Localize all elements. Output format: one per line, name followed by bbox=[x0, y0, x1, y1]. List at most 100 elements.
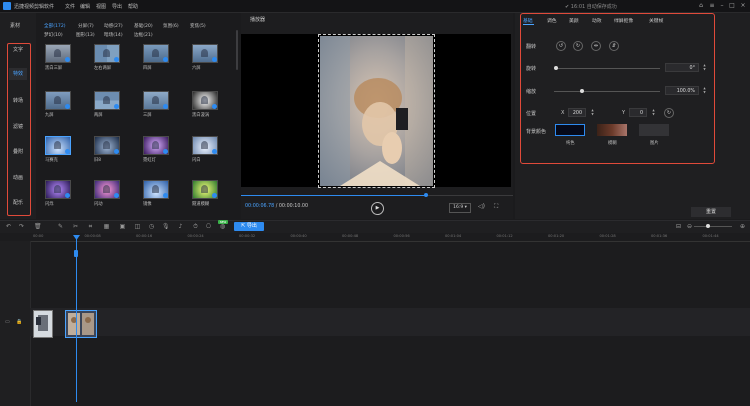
add-effect-icon[interactable] bbox=[212, 104, 217, 109]
close-icon[interactable]: × bbox=[739, 2, 747, 10]
filter-tab-split[interactable]: 分屏(7) bbox=[78, 23, 94, 29]
add-effect-icon[interactable] bbox=[114, 57, 119, 62]
add-effect-icon[interactable] bbox=[114, 149, 119, 154]
menu-view[interactable]: 视图 bbox=[96, 3, 106, 10]
scale-value[interactable]: 100.0% bbox=[665, 86, 699, 95]
category-transition[interactable]: 转场 bbox=[9, 95, 27, 107]
scale-slider-knob[interactable] bbox=[580, 89, 584, 93]
delete-icon[interactable]: 🗑 bbox=[34, 223, 42, 230]
add-effect-icon[interactable] bbox=[65, 104, 70, 109]
crop-icon[interactable]: ⌗ bbox=[87, 223, 94, 230]
tab-greenscreen[interactable]: 绿屏抠像 bbox=[614, 17, 633, 24]
video-track[interactable] bbox=[30, 308, 750, 336]
playhead[interactable] bbox=[76, 237, 77, 402]
duration-icon[interactable]: ⏱ bbox=[192, 223, 199, 230]
filter-tab-dark[interactable]: 暗场(14) bbox=[104, 32, 123, 38]
add-effect-icon[interactable] bbox=[212, 193, 217, 198]
scale-slider[interactable] bbox=[554, 91, 660, 92]
flip-vertical-icon[interactable]: ⇵ bbox=[609, 41, 619, 51]
mosaic-icon[interactable]: ▦ bbox=[103, 223, 110, 230]
scale-stepper[interactable]: ▲ ▼ bbox=[702, 86, 707, 95]
flip-horizontal-icon[interactable]: ⇹ bbox=[591, 41, 601, 51]
redo-icon[interactable]: ↷ bbox=[18, 223, 25, 230]
minimize-icon[interactable]: – bbox=[718, 2, 726, 10]
menu-export[interactable]: 导出 bbox=[112, 3, 122, 10]
add-effect-icon[interactable] bbox=[212, 149, 217, 154]
swatch-solid[interactable] bbox=[555, 124, 585, 136]
swatch-blur[interactable] bbox=[597, 124, 627, 136]
filter-tab-shape[interactable]: 图形(13) bbox=[76, 32, 95, 38]
camera-icon[interactable]: ⎔ bbox=[205, 223, 212, 230]
category-music[interactable]: 配乐 bbox=[9, 197, 27, 209]
add-effect-icon[interactable] bbox=[114, 104, 119, 109]
add-effect-icon[interactable] bbox=[65, 193, 70, 198]
add-effect-icon[interactable] bbox=[163, 57, 168, 62]
filter-tab-dynamic[interactable]: 动感(27) bbox=[104, 23, 123, 29]
filter-tab-border[interactable]: 边框(21) bbox=[134, 32, 153, 38]
rotate-slider-knob[interactable] bbox=[554, 66, 558, 70]
tab-beauty[interactable]: 美颜 bbox=[569, 17, 579, 24]
zoom-in-icon[interactable]: ⊕ bbox=[739, 223, 746, 230]
speed-icon[interactable]: ◷ bbox=[148, 223, 155, 230]
fit-timeline-icon[interactable]: ⊟ bbox=[675, 223, 682, 230]
category-animation[interactable]: 动画 bbox=[9, 172, 27, 184]
zoom-slider[interactable] bbox=[694, 226, 732, 227]
menu-help[interactable]: 帮助 bbox=[128, 3, 138, 10]
rotate-stepper[interactable]: ▲ ▼ bbox=[702, 63, 707, 72]
rotate-right-icon[interactable]: ↻ bbox=[573, 41, 583, 51]
selection-frame[interactable] bbox=[318, 34, 435, 188]
menu-icon[interactable]: ≡ bbox=[708, 2, 716, 10]
effects-scrollbar[interactable] bbox=[236, 30, 238, 70]
pos-x-input[interactable]: 200 bbox=[568, 108, 586, 117]
track-lock-icon[interactable]: 🔒 bbox=[16, 319, 22, 325]
add-effect-icon[interactable] bbox=[163, 193, 168, 198]
menu-file[interactable]: 文件 bbox=[65, 3, 75, 10]
zoom-slider-knob[interactable] bbox=[706, 224, 710, 228]
reset-button[interactable]: 重置 bbox=[691, 207, 731, 217]
edit-icon[interactable]: ✎ bbox=[57, 223, 64, 230]
pos-y-input[interactable]: 0 bbox=[629, 108, 647, 117]
playhead-marker[interactable] bbox=[74, 250, 78, 257]
category-overlay[interactable]: 叠附 bbox=[9, 146, 27, 158]
add-effect-icon[interactable] bbox=[212, 57, 217, 62]
playback-knob[interactable] bbox=[423, 193, 428, 197]
filter-tab-dream[interactable]: 梦幻(10) bbox=[44, 32, 63, 38]
add-effect-icon[interactable] bbox=[65, 57, 70, 62]
tab-basic[interactable]: 基础 bbox=[523, 17, 533, 24]
filter-tab-zoom[interactable]: 变焦(5) bbox=[190, 23, 206, 29]
maximize-icon[interactable]: □ bbox=[728, 2, 736, 10]
home-icon[interactable]: ⌂ bbox=[697, 2, 705, 10]
volume-icon[interactable]: ◁) bbox=[478, 203, 486, 211]
filter-tab-all[interactable]: 全部(172) bbox=[44, 23, 66, 29]
clip-1[interactable] bbox=[33, 310, 53, 338]
add-effect-icon[interactable] bbox=[114, 193, 119, 198]
pos-x-stepper[interactable]: ▲ ▼ bbox=[590, 108, 595, 117]
tab-motion[interactable]: 动效 bbox=[592, 17, 602, 24]
export-button[interactable]: ⇱ 导出 bbox=[234, 222, 264, 231]
tab-keyframe[interactable]: 关键帧 bbox=[649, 17, 663, 24]
transition-icon[interactable]: ◫ bbox=[134, 223, 141, 230]
greenscreen-icon[interactable]: ◍ bbox=[219, 223, 226, 230]
rotate-value[interactable]: 0° bbox=[665, 63, 699, 72]
filter-tab-atmosphere[interactable]: 氛围(6) bbox=[163, 23, 179, 29]
swatch-image[interactable] bbox=[639, 124, 669, 136]
tab-color[interactable]: 调色 bbox=[547, 17, 557, 24]
split-icon[interactable]: ✂ bbox=[72, 223, 79, 230]
category-filter[interactable]: 滤镜 bbox=[9, 121, 27, 133]
add-effect-icon[interactable] bbox=[163, 104, 168, 109]
undo-icon[interactable]: ↶ bbox=[5, 223, 12, 230]
add-effect-icon[interactable] bbox=[65, 149, 70, 154]
add-effect-icon[interactable] bbox=[163, 149, 168, 154]
filter-tab-basic[interactable]: 基础(20) bbox=[134, 23, 153, 29]
category-effects[interactable]: 特效 bbox=[9, 68, 27, 80]
menu-edit[interactable]: 编辑 bbox=[80, 3, 90, 10]
audio-icon[interactable]: ♪ bbox=[177, 223, 184, 230]
reset-position-icon[interactable]: ↻ bbox=[664, 108, 674, 118]
rotate-left-icon[interactable]: ↺ bbox=[556, 41, 566, 51]
fullscreen-icon[interactable]: ⛶ bbox=[494, 203, 502, 211]
aspect-ratio-select[interactable]: 16:9 ▾ bbox=[449, 203, 471, 213]
rotate-slider[interactable] bbox=[554, 68, 660, 69]
clip-2[interactable] bbox=[65, 310, 97, 338]
pos-y-stepper[interactable]: ▲ ▼ bbox=[651, 108, 656, 117]
record-icon[interactable]: 🎙 bbox=[162, 223, 170, 230]
